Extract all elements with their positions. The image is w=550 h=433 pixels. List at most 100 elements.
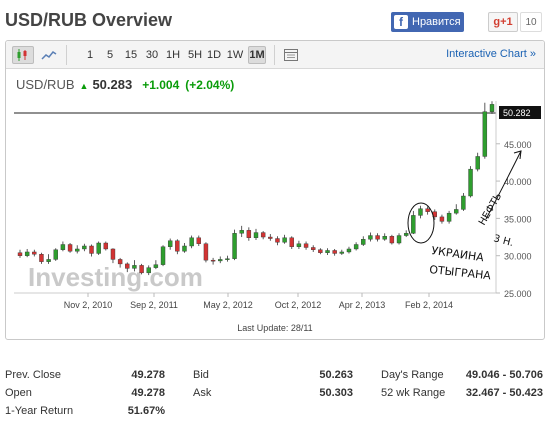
stat-label: 52 wk Range bbox=[381, 386, 446, 399]
last-price-label: 50.282 bbox=[503, 108, 531, 118]
y-tick-label: 25.000 bbox=[504, 289, 532, 299]
candle-body bbox=[103, 242, 109, 250]
stat-value: 50.303 bbox=[319, 386, 353, 399]
candle-body bbox=[46, 259, 51, 262]
candle-body bbox=[117, 259, 123, 265]
candle-body bbox=[253, 232, 259, 238]
stat-label: Bid bbox=[193, 368, 209, 381]
stat-value: 49.278 bbox=[131, 368, 165, 381]
candle-body bbox=[146, 267, 151, 274]
candle-body bbox=[339, 251, 345, 254]
stat-value: 32.467 - 50.423 bbox=[465, 386, 543, 399]
candle-body bbox=[418, 208, 423, 216]
candle-body bbox=[353, 244, 359, 250]
candle-body bbox=[311, 247, 316, 250]
candle-body bbox=[275, 238, 280, 243]
candle-body bbox=[17, 252, 23, 256]
stat-label: 1-Year Return bbox=[5, 404, 74, 417]
candle-body bbox=[203, 243, 209, 261]
candle-body bbox=[175, 240, 180, 252]
candle-body bbox=[153, 264, 159, 268]
stat-year-return: 1-Year Return 51.67% bbox=[5, 402, 165, 419]
annotation-won-back: ОТЫГРАНА bbox=[429, 263, 492, 282]
candle-body bbox=[75, 248, 80, 252]
candle-body bbox=[461, 195, 466, 210]
candle-body bbox=[82, 245, 87, 250]
stat-open: Open 49.278 bbox=[5, 384, 165, 401]
candle-body bbox=[296, 243, 302, 247]
candle-body bbox=[218, 259, 223, 262]
stat-days-range: Day's Range 49.046 - 50.706 bbox=[381, 366, 543, 383]
annotation-ukraine: УКРАИНА bbox=[431, 244, 485, 264]
candle-body bbox=[189, 237, 194, 247]
candle-body bbox=[482, 111, 488, 157]
candle-body bbox=[375, 235, 380, 240]
candle-body bbox=[89, 245, 94, 254]
candle-body bbox=[439, 216, 445, 222]
candle-body bbox=[39, 253, 44, 262]
candle-body bbox=[260, 232, 266, 238]
stat-52wk-range: 52 wk Range 32.467 - 50.423 bbox=[381, 384, 543, 401]
page-title: USD/RUB Overview bbox=[5, 10, 173, 30]
candle-body bbox=[125, 263, 130, 269]
candle-body bbox=[368, 235, 373, 240]
investing-watermark: Investing.com bbox=[28, 262, 203, 292]
candle-body bbox=[425, 208, 430, 212]
candle-body bbox=[361, 239, 366, 245]
y-tick-label: 45.000 bbox=[504, 140, 532, 150]
candle-body bbox=[282, 237, 287, 243]
stat-value: 50.263 bbox=[319, 368, 353, 381]
candle-body bbox=[210, 259, 216, 262]
stat-label: Prev. Close bbox=[5, 368, 62, 381]
candle-body bbox=[325, 250, 330, 253]
candle-body bbox=[446, 212, 452, 222]
candle-body bbox=[24, 251, 30, 256]
y-tick-label: 30.000 bbox=[504, 252, 532, 262]
chart-panel: 1 5 15 30 1H 5H 1D 1W 1M Interactive Chart » USD… bbox=[5, 40, 545, 340]
candle-body bbox=[454, 209, 459, 214]
candle-body bbox=[53, 249, 58, 260]
candle-body bbox=[232, 233, 237, 259]
candle-body bbox=[32, 251, 37, 255]
stat-bid: Bid 50.263 bbox=[193, 366, 353, 383]
price-chart[interactable]: 25.000 30.000 35.000 40.000 45.000 50.282 Nov … bbox=[6, 41, 544, 339]
candle-body bbox=[196, 237, 201, 244]
candle-body bbox=[182, 245, 187, 252]
candle-body bbox=[332, 250, 337, 254]
stat-label: Day's Range bbox=[381, 368, 444, 381]
x-tick-label: Feb 2, 2014 bbox=[405, 300, 453, 310]
stat-ask: Ask 50.303 bbox=[193, 384, 353, 401]
x-tick-label: Nov 2, 2010 bbox=[64, 300, 113, 310]
candle-body bbox=[346, 248, 352, 253]
x-tick-label: Oct 2, 2012 bbox=[275, 300, 322, 310]
stat-value: 49.278 bbox=[131, 386, 165, 399]
candle-body bbox=[411, 215, 416, 234]
candle-body bbox=[396, 235, 402, 244]
candle-body bbox=[239, 230, 244, 234]
x-tick-label: May 2, 2012 bbox=[203, 300, 253, 310]
candle-body bbox=[160, 246, 166, 265]
facebook-like-label: Нравится bbox=[412, 16, 461, 28]
stat-prev-close: Prev. Close 49.278 bbox=[5, 366, 165, 383]
candle-body bbox=[60, 244, 66, 250]
stat-label: Ask bbox=[193, 386, 212, 399]
candle-body bbox=[468, 168, 473, 197]
candle-body bbox=[132, 265, 137, 269]
x-tick-label: Apr 2, 2013 bbox=[339, 300, 386, 310]
candle-body bbox=[489, 104, 495, 112]
google-plus-button[interactable]: g+1 bbox=[488, 12, 518, 32]
candle-body bbox=[67, 244, 73, 252]
candle-body bbox=[268, 236, 273, 239]
y-tick-label: 40.000 bbox=[504, 177, 532, 187]
x-tick-label: Sep 2, 2011 bbox=[130, 300, 178, 310]
candle-body bbox=[289, 237, 294, 247]
candle-body bbox=[389, 236, 395, 244]
candle-body bbox=[382, 236, 387, 240]
candle-body bbox=[167, 240, 173, 247]
y-tick-label: 35.000 bbox=[504, 214, 532, 224]
stat-value: 49.046 - 50.706 bbox=[465, 368, 543, 381]
candle-body bbox=[96, 242, 101, 254]
stat-label: Open bbox=[5, 386, 32, 399]
candle-body bbox=[139, 265, 144, 274]
facebook-like-button[interactable]: f Нравится bbox=[391, 12, 464, 32]
